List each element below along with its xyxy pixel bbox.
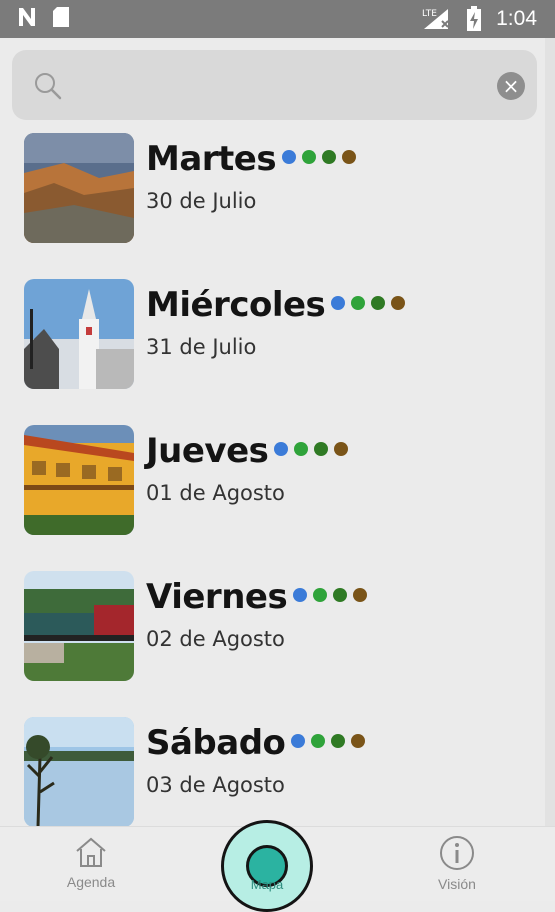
category-dot-darkgreen: [371, 295, 386, 310]
category-dot-green: [351, 295, 366, 310]
category-dot-blue: [274, 441, 289, 456]
thumbnail-hotel: [24, 425, 134, 535]
day-title: Miércoles: [146, 285, 406, 325]
category-dot-darkgreen: [333, 587, 348, 602]
day-date: 03 de Agosto: [146, 773, 285, 797]
list-item[interactable]: Sábado 03 de Agosto: [24, 717, 534, 826]
category-dot-darkgreen: [322, 149, 337, 164]
nav-agenda-label: Agenda: [66, 874, 116, 890]
sd-card-icon: [53, 7, 69, 27]
svg-text:LTE: LTE: [422, 9, 437, 19]
info-icon: [440, 836, 474, 870]
category-dot-brown: [351, 733, 366, 748]
category-dot-green: [313, 587, 328, 602]
center-fab-button[interactable]: Mapa: [221, 820, 313, 912]
search-icon: [35, 73, 62, 100]
day-title: Sábado: [146, 723, 366, 763]
clear-icon[interactable]: ×: [497, 72, 525, 100]
center-fab-label: Mapa: [250, 877, 284, 892]
thumbnail-church: [24, 279, 134, 389]
category-dot-brown: [334, 441, 349, 456]
list-item[interactable]: Miércoles 31 de Julio: [24, 279, 534, 391]
category-dot-green: [302, 149, 317, 164]
day-title: Viernes: [146, 577, 368, 617]
battery-charging-icon: [467, 6, 482, 31]
category-dot-darkgreen: [331, 733, 346, 748]
scrollbar[interactable]: [545, 38, 555, 826]
list-item[interactable]: Viernes 02 de Agosto: [24, 571, 534, 683]
home-icon: [76, 837, 106, 867]
thumbnail-train: [24, 571, 134, 681]
category-dot-green: [294, 441, 309, 456]
category-dot-brown: [342, 149, 357, 164]
status-time: 1:04: [496, 7, 537, 30]
signal-icon: LTE: [422, 9, 449, 29]
category-dot-blue: [331, 295, 346, 310]
day-date: 02 de Agosto: [146, 627, 285, 651]
status-bar: LTE 1:04: [0, 0, 555, 38]
agenda-list: Martes 30 de Julio Miércoles 31 de Julio…: [0, 130, 545, 826]
thumbnail-lake: [24, 717, 134, 826]
n-logo-icon: [19, 8, 35, 26]
day-date: 01 de Agosto: [146, 481, 285, 505]
thumbnail-canyon: [24, 133, 134, 243]
nav-agenda[interactable]: Agenda: [36, 835, 146, 890]
category-dot-darkgreen: [314, 441, 329, 456]
day-date: 30 de Julio: [146, 189, 257, 213]
category-dot-brown: [391, 295, 406, 310]
nav-vision-label: Visión: [438, 876, 476, 892]
search-bar[interactable]: ×: [12, 50, 537, 120]
category-dot-brown: [353, 587, 368, 602]
search-input[interactable]: [74, 68, 478, 104]
category-dot-blue: [293, 587, 308, 602]
nav-vision[interactable]: Visión: [402, 835, 512, 892]
day-title: Jueves: [146, 431, 349, 471]
day-title: Martes: [146, 139, 357, 179]
list-item[interactable]: Martes 30 de Julio: [24, 133, 534, 245]
day-date: 31 de Julio: [146, 335, 257, 359]
category-dot-green: [311, 733, 326, 748]
category-dot-blue: [282, 149, 297, 164]
list-item[interactable]: Jueves 01 de Agosto: [24, 425, 534, 537]
category-dot-blue: [291, 733, 306, 748]
